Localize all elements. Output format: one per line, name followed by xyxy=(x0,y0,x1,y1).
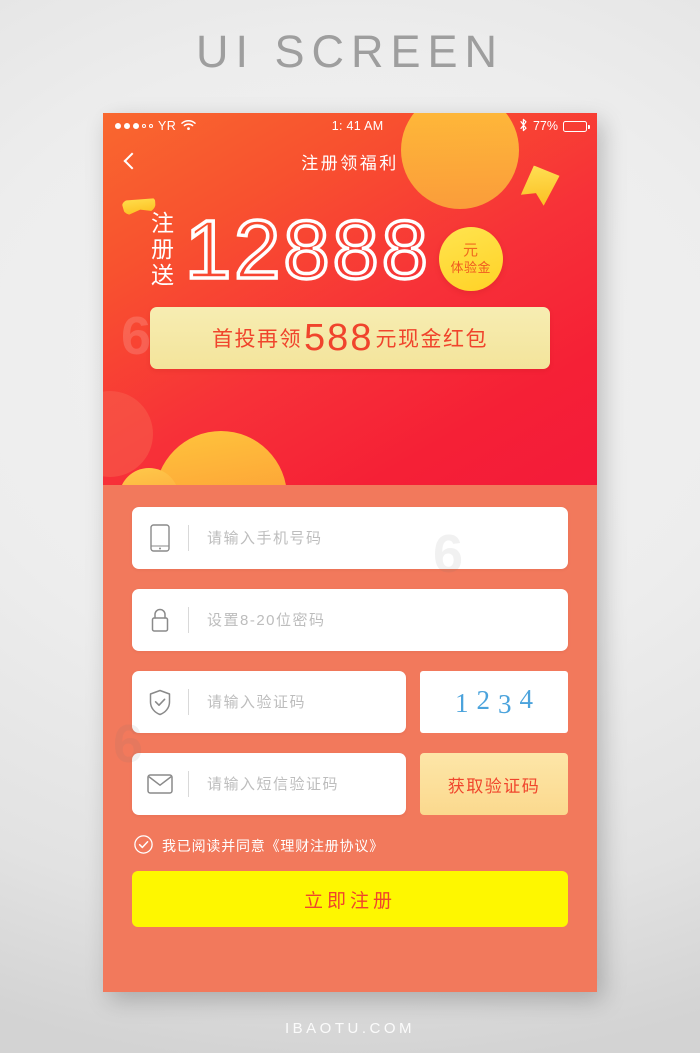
signal-strength-icon xyxy=(115,123,153,129)
status-bar-time: 1: 41 AM xyxy=(331,119,384,133)
captcha-digit: 3 xyxy=(498,688,512,719)
nav-bar: 注册领福利 xyxy=(103,139,597,183)
captcha-digit: 2 xyxy=(476,684,491,715)
phone-field[interactable] xyxy=(132,507,568,569)
register-button[interactable]: 立即注册 xyxy=(132,871,568,927)
send-verification-code-button[interactable]: 获取验证码 xyxy=(420,753,568,815)
lock-icon xyxy=(132,607,188,633)
phone-icon xyxy=(132,524,188,552)
hero-give-line-2: 册 xyxy=(151,236,175,263)
check-circle-icon[interactable] xyxy=(134,835,153,857)
promo-amount: 588 xyxy=(304,317,374,359)
badge-text-label: 体验金 xyxy=(450,260,492,276)
page-footer: IBAOTU.COM xyxy=(284,1020,415,1037)
page-title: UI SCREEN xyxy=(195,26,505,77)
hero-amount-value: 12888 xyxy=(183,202,431,296)
phone-input[interactable] xyxy=(189,529,568,547)
agreement-checkbox-row[interactable]: 我已阅读并同意《理财注册协议》 xyxy=(134,835,568,857)
agreement-label[interactable]: 我已阅读并同意《理财注册协议》 xyxy=(162,836,384,856)
promo-prefix: 首投再领 xyxy=(212,328,303,351)
hero-give-line-1: 注 xyxy=(151,210,175,237)
carrier-label: YR xyxy=(158,119,177,133)
captcha-image[interactable]: 1 2 3 4 xyxy=(420,671,568,733)
battery-percent-label: 77% xyxy=(532,119,558,133)
shield-check-icon xyxy=(132,689,188,716)
bluetooth-icon xyxy=(519,118,528,135)
captcha-input[interactable] xyxy=(189,693,406,711)
status-bar: YR 1: 41 AM 77% xyxy=(103,113,597,139)
hero-banner: YR 1: 41 AM 77% 注册领福利 注 册 送 12888 元 体验金 … xyxy=(103,113,597,485)
nav-title: 注册领福利 xyxy=(301,153,399,173)
watermark: 6 xyxy=(121,306,152,366)
registration-form: 1 2 3 4 获取验证码 xyxy=(103,485,597,927)
password-field[interactable] xyxy=(132,589,568,651)
badge-unit-label: 元 xyxy=(463,241,479,259)
big-orange-circle-decoration xyxy=(155,431,287,485)
left-dim-circle-decoration xyxy=(103,391,153,477)
captcha-field[interactable] xyxy=(132,671,406,733)
status-bar-right: 77% xyxy=(519,118,590,135)
captcha-digit: 4 xyxy=(519,683,534,714)
sms-code-input[interactable] xyxy=(189,775,406,793)
envelope-icon xyxy=(132,774,188,794)
sms-code-field[interactable] xyxy=(132,753,406,815)
battery-icon xyxy=(563,120,590,132)
status-bar-left: YR xyxy=(115,119,196,134)
phone-frame: YR 1: 41 AM 77% 注册领福利 注 册 送 12888 元 体验金 … xyxy=(103,113,597,992)
password-input[interactable] xyxy=(189,611,568,629)
hero-give-label: 注 册 送 xyxy=(151,211,175,288)
hero-give-line-3: 送 xyxy=(151,261,175,288)
hero-amount-block: 注 册 送 12888 元 体验金 xyxy=(103,183,597,296)
wifi-icon xyxy=(181,119,196,134)
experience-fund-badge: 元 体验金 xyxy=(438,227,503,291)
sms-row: 获取验证码 xyxy=(132,753,568,815)
captcha-row: 1 2 3 4 xyxy=(132,671,568,733)
promo-banner: 首投再领 588 元现金红包 xyxy=(150,307,550,369)
promo-suffix: 元现金红包 xyxy=(375,328,488,351)
captcha-digit: 1 xyxy=(455,687,469,718)
